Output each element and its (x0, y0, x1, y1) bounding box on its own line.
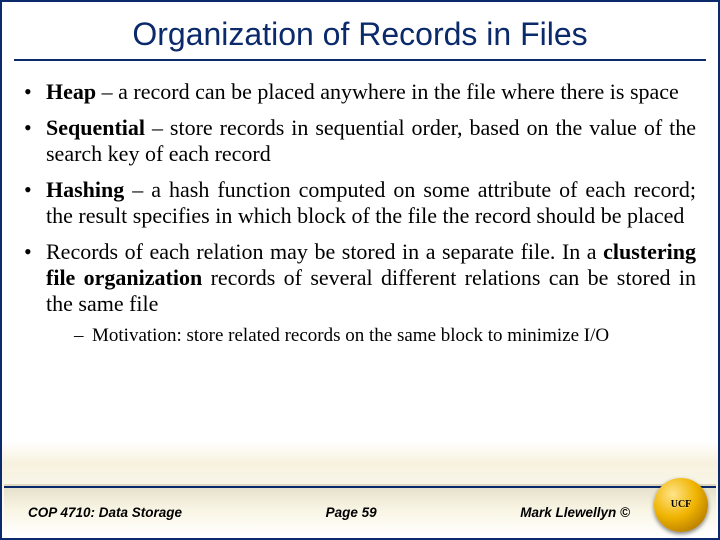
footer-author: Mark Llewellyn © (520, 505, 630, 520)
footer-page: Page 59 (326, 505, 377, 520)
clustering-pre: Records of each relation may be stored i… (46, 239, 603, 264)
slide-title: Organization of Records in Files (2, 16, 718, 53)
sub-bullet-motivation: Motivation: store related records on the… (74, 325, 696, 347)
bullet-list: Heap – a record can be placed anywhere i… (24, 79, 696, 347)
term-heap: Heap (46, 79, 96, 104)
term-sequential: Sequential (46, 115, 145, 140)
slide: Organization of Records in Files Heap – … (0, 0, 720, 540)
bullet-sequential: Sequential – store records in sequential… (24, 115, 696, 167)
title-underline (14, 59, 706, 61)
ucf-logo-icon: UCF (654, 478, 708, 532)
desc-hashing: – a hash function computed on some attri… (46, 177, 696, 228)
desc-heap: – a record can be placed anywhere in the… (96, 79, 679, 104)
sub-bullet-list: Motivation: store related records on the… (74, 325, 696, 347)
footer-content: COP 4710: Data Storage Page 59 Mark Llew… (4, 488, 716, 536)
logo-text: UCF (671, 500, 692, 510)
content-area: Heap – a record can be placed anywhere i… (24, 79, 696, 347)
bullet-hashing: Hashing – a hash function computed on so… (24, 177, 696, 229)
footer-course: COP 4710: Data Storage (28, 505, 182, 520)
bullet-heap: Heap – a record can be placed anywhere i… (24, 79, 696, 105)
logo-circle: UCF (654, 478, 708, 532)
term-hashing: Hashing (46, 177, 124, 202)
footer: COP 4710: Data Storage Page 59 Mark Llew… (4, 486, 716, 536)
bullet-clustering: Records of each relation may be stored i… (24, 239, 696, 347)
